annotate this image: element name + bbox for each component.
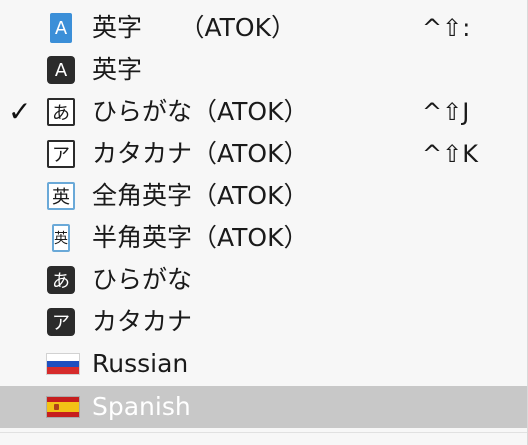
menu-item-hiragana[interactable]: あ ひらがな: [0, 259, 527, 301]
hiragana-icon: あ: [47, 266, 75, 294]
menu-item-label: ひらがな（ATOK）: [92, 97, 309, 126]
atok-fullwidth-alphanumeric-icon: 英: [47, 182, 75, 210]
menu-item-katakana[interactable]: ア カタカナ: [0, 301, 527, 343]
russian-flag-icon: [47, 354, 79, 374]
menu-item-alphanumeric[interactable]: A 英字: [0, 49, 527, 91]
menu-item-label: 英字 （ATOK）: [92, 13, 297, 42]
alphanumeric-icon: A: [47, 56, 75, 84]
menu-item-shortcut: ^⇧K: [422, 140, 478, 168]
menu-item-atok-fullwidth-alphanumeric[interactable]: 英 全角英字（ATOK）: [0, 175, 527, 217]
menu-item-label: 英字: [92, 55, 143, 84]
menu-item-shortcut: ^⇧J: [422, 98, 470, 126]
checkmark-icon: ✓: [8, 95, 32, 128]
menu-item-spanish[interactable]: Spanish: [0, 386, 527, 428]
menu-item-atok-hiragana[interactable]: ✓ あ ひらがな（ATOK） ^⇧J: [0, 91, 527, 133]
menu-bottom-divider: [0, 432, 527, 433]
menu-item-label: 半角英字（ATOK）: [92, 223, 309, 252]
katakana-icon: ア: [47, 308, 75, 336]
menu-item-shortcut: ^⇧:: [422, 14, 471, 42]
menu-item-russian[interactable]: Russian: [0, 343, 527, 385]
menu-item-label: ひらがな: [92, 265, 193, 294]
menu-item-label: 全角英字（ATOK）: [92, 181, 309, 210]
menu-item-atok-alphanumeric[interactable]: A 英字 （ATOK） ^⇧:: [0, 7, 527, 49]
menu-item-atok-halfwidth-alphanumeric[interactable]: 英 半角英字（ATOK）: [0, 217, 527, 259]
menu-item-label: カタカナ（ATOK）: [92, 139, 309, 168]
menu-item-label: Spanish: [92, 392, 191, 421]
input-source-menu: A 英字 （ATOK） ^⇧: A 英字 ✓ あ ひらがな（ATOK） ^⇧J …: [0, 0, 528, 445]
menu-item-label: Russian: [92, 349, 189, 378]
atok-halfwidth-alphanumeric-icon: 英: [52, 224, 70, 252]
atok-hiragana-icon: あ: [47, 98, 75, 126]
menu-item-label: カタカナ: [92, 307, 193, 336]
spanish-flag-icon: [47, 397, 79, 417]
menu-item-atok-katakana[interactable]: ア カタカナ（ATOK） ^⇧K: [0, 133, 527, 175]
atok-alphanumeric-icon: A: [50, 13, 72, 43]
atok-katakana-icon: ア: [47, 140, 75, 168]
